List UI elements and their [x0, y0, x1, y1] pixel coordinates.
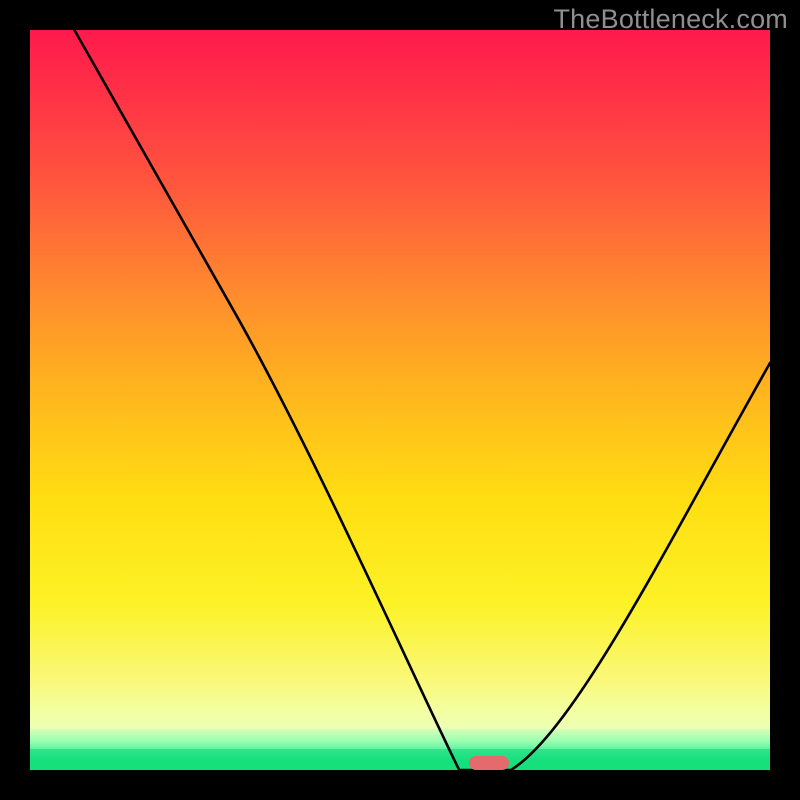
plot-area	[30, 30, 770, 770]
watermark-text: TheBottleneck.com	[553, 4, 788, 35]
frame: TheBottleneck.com	[0, 0, 800, 800]
optimal-marker	[469, 756, 509, 770]
bottleneck-curve	[30, 30, 770, 770]
